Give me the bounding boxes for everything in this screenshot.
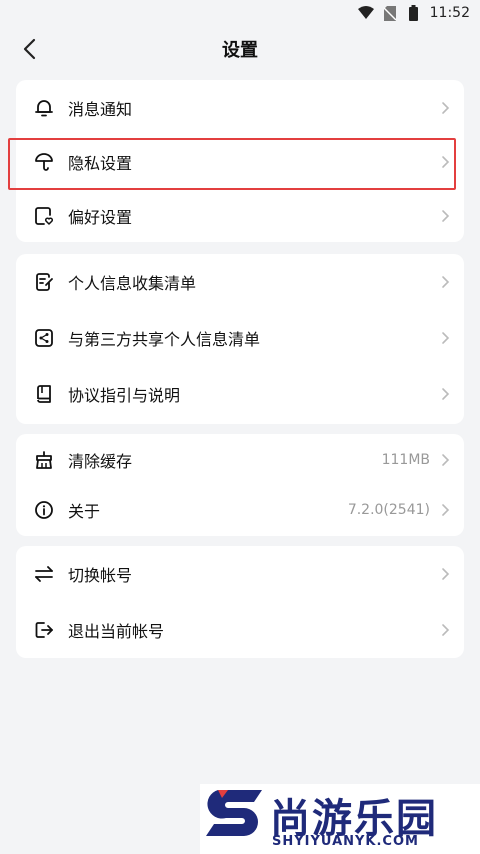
status-time: 11:52 [429,5,470,21]
battery-icon [406,5,422,21]
chevron-right-icon [442,568,450,580]
row-label: 退出当前帐号 [68,622,165,641]
logout-icon [33,619,55,641]
broom-basket-icon [33,449,55,471]
info-icon [33,499,55,521]
top-bar: 设置 [0,26,480,72]
back-button[interactable] [14,34,44,64]
chevron-right-icon [442,624,450,636]
logo-s-icon [206,790,262,836]
chevron-right-icon [442,454,450,466]
row-switch-account[interactable]: 切换帐号 [16,548,464,600]
row-logout[interactable]: 退出当前帐号 [16,604,464,656]
status-bar: 11:52 [0,0,480,26]
chevron-right-icon [442,156,450,168]
settings-group-1: 消息通知 隐私设置 偏好设置 [16,80,464,242]
no-sim-icon [382,5,398,21]
row-label: 协议指引与说明 [68,386,181,405]
heart-card-icon [33,205,55,227]
row-third-party-sharing[interactable]: 与第三方共享个人信息清单 [16,312,464,364]
chevron-left-icon [23,38,36,60]
share-icon [33,327,55,349]
row-preferences[interactable]: 偏好设置 [16,190,464,242]
row-label: 偏好设置 [68,208,133,227]
row-agreements[interactable]: 协议指引与说明 [16,368,464,420]
row-privacy-settings[interactable]: 隐私设置 [16,136,464,188]
cache-size-value: 111MB [381,452,430,468]
chevron-right-icon [442,276,450,288]
chevron-right-icon [442,388,450,400]
version-value: 7.2.0(2541) [347,502,430,518]
row-label: 切换帐号 [68,566,133,585]
chevron-right-icon [442,102,450,114]
row-label: 隐私设置 [68,154,133,173]
bell-icon [33,97,55,119]
row-label: 关于 [68,502,101,521]
wifi-icon [357,5,374,21]
row-label: 与第三方共享个人信息清单 [68,330,261,349]
row-notifications[interactable]: 消息通知 [16,82,464,134]
book-icon [33,383,55,405]
chevron-right-icon [442,332,450,344]
settings-group-2: 个人信息收集清单 与第三方共享个人信息清单 协议指引与说明 [16,254,464,424]
chevron-right-icon [442,504,450,516]
row-clear-cache[interactable]: 清除缓存 111MB [16,434,464,486]
row-label: 消息通知 [68,100,133,119]
row-personal-info-list[interactable]: 个人信息收集清单 [16,256,464,308]
row-about[interactable]: 关于 7.2.0(2541) [16,484,464,536]
watermark-logo: 尚游乐园 SHYIYUANYK.COM [200,784,480,854]
settings-group-4: 切换帐号 退出当前帐号 [16,546,464,658]
chevron-right-icon [442,210,450,222]
row-label: 个人信息收集清单 [68,274,197,293]
document-edit-icon [33,271,55,293]
row-label: 清除缓存 [68,452,133,471]
umbrella-icon [33,151,55,173]
switch-arrows-icon [33,563,55,585]
settings-group-3: 清除缓存 111MB 关于 7.2.0(2541) [16,434,464,536]
watermark-subtitle: SHYIYUANYK.COM [272,834,419,849]
page-title: 设置 [222,40,258,61]
